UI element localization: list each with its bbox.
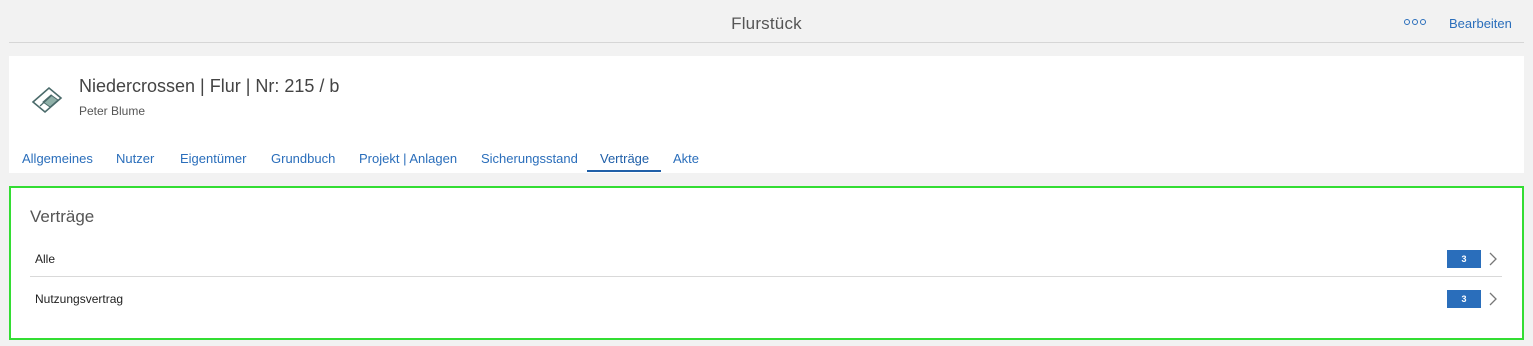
page-title: Flurstück xyxy=(731,14,802,33)
chevron-right-icon xyxy=(1489,292,1497,306)
row-label: Nutzungsvertrag xyxy=(35,292,124,306)
tab-projekt-anlagen[interactable]: Projekt | Anlagen xyxy=(359,151,457,173)
record-owner: Peter Blume xyxy=(79,104,146,118)
tab-eigentuemer[interactable]: Eigentümer xyxy=(180,151,246,173)
more-dot xyxy=(1404,19,1410,25)
top-bar: Flurstück Bearbeiten xyxy=(0,0,1533,44)
tab-sicherungsstand[interactable]: Sicherungsstand xyxy=(481,151,578,173)
tab-akte[interactable]: Akte xyxy=(673,151,699,173)
contract-row-nutzungsvertrag[interactable]: Nutzungsvertrag 3 xyxy=(30,278,1502,318)
record-header: Niedercrossen | Flur | Nr: 215 / b Peter… xyxy=(9,56,1524,173)
parcel-icon xyxy=(31,86,63,114)
more-horizontal-icon[interactable] xyxy=(1404,17,1426,27)
contract-row-alle[interactable]: Alle 3 xyxy=(30,238,1502,278)
row-label: Alle xyxy=(35,252,56,266)
tab-grundbuch[interactable]: Grundbuch xyxy=(271,151,335,173)
row-divider xyxy=(30,276,1502,277)
edit-button[interactable]: Bearbeiten xyxy=(1449,16,1512,31)
active-tab-indicator xyxy=(587,170,661,172)
contracts-section: Verträge Alle 3 Nutzungsvertrag 3 xyxy=(9,186,1524,340)
record-title: Niedercrossen | Flur | Nr: 215 / b xyxy=(79,76,340,96)
count-badge: 3 xyxy=(1447,290,1481,308)
more-dot xyxy=(1420,19,1426,25)
section-title: Verträge xyxy=(30,207,95,226)
chevron-right-icon xyxy=(1489,252,1497,266)
more-dot xyxy=(1412,19,1418,25)
tab-nutzer[interactable]: Nutzer xyxy=(116,151,154,173)
tab-allgemeines[interactable]: Allgemeines xyxy=(22,151,93,173)
count-badge: 3 xyxy=(1447,250,1481,268)
tab-bar: Allgemeines Nutzer Eigentümer Grundbuch … xyxy=(9,151,1524,173)
top-bar-divider xyxy=(9,42,1524,43)
